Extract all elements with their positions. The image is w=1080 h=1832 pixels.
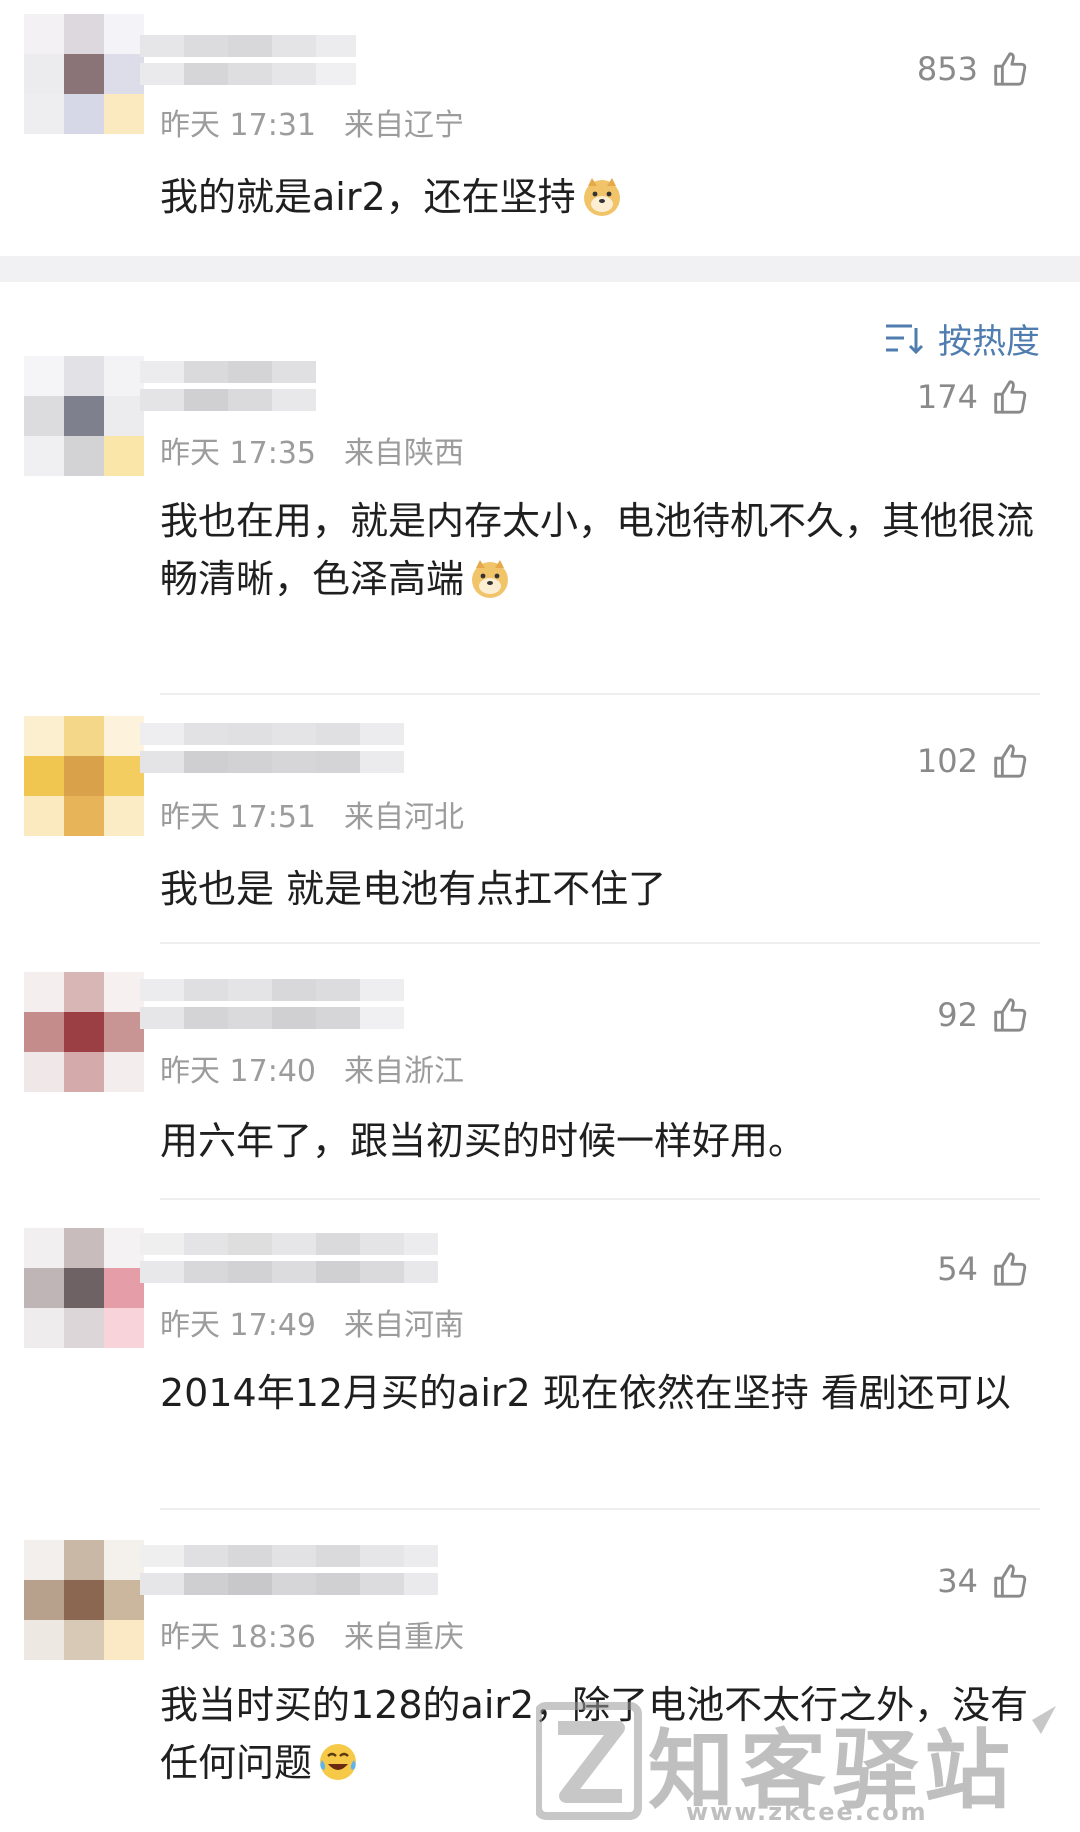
- comment-item: 昨天 17:35 来自陕西 174 我也在用，就是内存太小，电池待机不久，其他很流…: [0, 340, 1080, 695]
- comment-text: 用六年了，跟当初买的时候一样好用。: [160, 1112, 1040, 1170]
- comment-item: 昨天 17:51 来自河北 102 我也是 就是电池有点扛不住了: [0, 710, 1080, 950]
- comment-text-content: 2014年12月买的air2 现在依然在坚持 看剧还可以: [160, 1371, 1011, 1415]
- comment-time: 昨天 17:51: [160, 800, 316, 835]
- comment-meta: 昨天 17:35 来自陕西: [160, 428, 464, 472]
- like-button[interactable]: 853: [917, 50, 1028, 88]
- comment-text: 我也是 就是电池有点扛不住了: [160, 860, 1040, 918]
- avatar[interactable]: [24, 1540, 144, 1660]
- avatar[interactable]: [24, 14, 144, 134]
- comment-item: 昨天 17:49 来自河南 54 2014年12月买的air2 现在依然在坚持 看…: [0, 1216, 1080, 1516]
- comment-location: 来自浙江: [344, 1054, 464, 1089]
- avatar[interactable]: [24, 1228, 144, 1348]
- comment-time: 昨天 17:49: [160, 1308, 316, 1343]
- comment-location: 来自辽宁: [344, 108, 464, 143]
- like-count: 34: [937, 1562, 978, 1600]
- thumbs-up-icon: [994, 744, 1027, 778]
- comment-text: 我的就是air2，还在坚持: [160, 168, 1040, 226]
- username-blurred[interactable]: [140, 354, 316, 418]
- comment-location: 来自河南: [344, 1308, 464, 1343]
- comment-time: 昨天 17:31: [160, 108, 316, 143]
- like-button[interactable]: 54: [937, 1250, 1028, 1288]
- comment-meta: 昨天 18:36 来自重庆: [160, 1612, 464, 1656]
- thumbs-up-icon: [994, 998, 1027, 1032]
- comment-text: 我也在用，就是内存太小，电池待机不久，其他很流畅清晰，色泽高端: [160, 492, 1040, 608]
- comment-divider: [160, 1198, 1040, 1200]
- thumbs-up-icon: [994, 380, 1027, 414]
- comment-divider: [160, 693, 1040, 695]
- comment-divider: [160, 942, 1040, 944]
- comment-text-content: 用六年了，跟当初买的时候一样好用。: [160, 1119, 807, 1163]
- thumbs-up-icon: [994, 1564, 1027, 1598]
- comment-meta: 昨天 17:40 来自浙江: [160, 1046, 464, 1090]
- like-button[interactable]: 34: [937, 1562, 1028, 1600]
- watermark: 知客驿站 www.zkcee.com: [534, 1698, 1076, 1828]
- comment-text-content: 我的就是air2，还在坚持: [160, 175, 576, 219]
- like-count: 92: [937, 996, 978, 1034]
- section-divider: [0, 256, 1080, 282]
- like-button[interactable]: 92: [937, 996, 1028, 1034]
- like-button[interactable]: 174: [917, 378, 1028, 416]
- comment-divider: [160, 1508, 1040, 1510]
- comment-location: 来自河北: [344, 800, 464, 835]
- comment-location: 来自陕西: [344, 436, 464, 471]
- username-blurred[interactable]: [140, 716, 404, 780]
- avatar[interactable]: [24, 356, 144, 476]
- like-count: 853: [916, 50, 978, 88]
- comment-top: 昨天 17:31 来自辽宁 853 我的就是air2，还在坚持: [0, 0, 1080, 256]
- like-count: 54: [937, 1250, 978, 1288]
- username-blurred[interactable]: [140, 1226, 438, 1290]
- thumbs-up-icon: [994, 1252, 1027, 1286]
- comment-time: 昨天 17:35: [160, 436, 316, 471]
- like-button[interactable]: 102: [917, 742, 1028, 780]
- comment-text: 2014年12月买的air2 现在依然在坚持 看剧还可以: [160, 1364, 1040, 1422]
- avatar[interactable]: [24, 972, 144, 1092]
- comment-meta: 昨天 17:49 来自河南: [160, 1300, 464, 1344]
- doge-emoji-icon: [472, 560, 509, 598]
- comment-location: 来自重庆: [344, 1620, 464, 1655]
- doge-emoji-icon: [583, 178, 620, 216]
- comment-meta: 昨天 17:51 来自河北: [160, 792, 464, 836]
- username-blurred[interactable]: [140, 1538, 438, 1602]
- comment-meta: 昨天 17:31 来自辽宁: [160, 100, 464, 144]
- comment-time: 昨天 17:40: [160, 1054, 316, 1089]
- like-count: 102: [916, 742, 978, 780]
- thumbs-up-icon: [994, 52, 1027, 86]
- comment-text-content: 我也是 就是电池有点扛不住了: [160, 867, 667, 911]
- like-count: 174: [916, 378, 978, 416]
- username-blurred[interactable]: [140, 972, 404, 1036]
- comment-item: 昨天 17:40 来自浙江 92 用六年了，跟当初买的时候一样好用。: [0, 962, 1080, 1202]
- comment-text-content: 我也在用，就是内存太小，电池待机不久，其他很流畅清晰，色泽高端: [160, 499, 1035, 601]
- watermark-url: www.zkcee.com: [686, 1798, 928, 1826]
- laugh-cry-emoji-icon: [320, 1744, 357, 1780]
- username-blurred[interactable]: [140, 28, 356, 92]
- avatar[interactable]: [24, 716, 144, 836]
- comment-time: 昨天 18:36: [160, 1620, 316, 1655]
